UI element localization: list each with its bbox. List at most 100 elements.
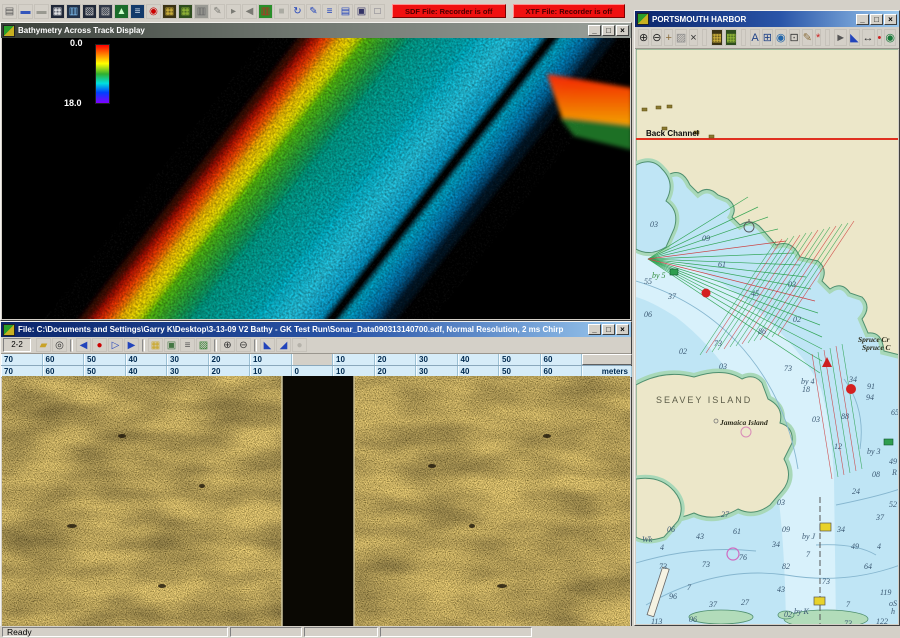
minimize-button[interactable]: _: [856, 14, 869, 25]
disabled-icon[interactable]: ●: [292, 338, 307, 352]
zoom-out-icon[interactable]: ⊖: [236, 338, 251, 352]
navigation-display-icon[interactable]: ▧: [82, 4, 97, 19]
application-window: ▤▬▬▦▥▧▨▲≡◉▦▦▥✎▸◀▥■↻✎≡▤▣□ SDF File: Recor…: [0, 0, 900, 638]
world-icon[interactable]: ◉: [884, 29, 896, 46]
bathymetry-window: Bathymetry Across Track Display _□×: [0, 22, 632, 321]
zoom-window-icon[interactable]: ⊡: [789, 29, 800, 46]
target-marker: [846, 384, 856, 394]
zoom-in-icon[interactable]: ⊕: [220, 338, 235, 352]
globe-icon[interactable]: ◉: [775, 29, 787, 46]
minimize-button[interactable]: _: [588, 25, 601, 36]
palette-icon[interactable]: ▥: [258, 4, 273, 19]
depth-scale-max: 18.0: [64, 98, 82, 108]
print-icon[interactable]: ▤: [2, 4, 17, 19]
tvg-icon[interactable]: ▨: [196, 338, 211, 352]
cursor-icon[interactable]: ►: [834, 29, 847, 46]
sounding: 49: [851, 542, 859, 551]
play-icon[interactable]: ▷: [108, 338, 123, 352]
chart-gray-icon[interactable]: ▥: [194, 4, 209, 19]
close-button[interactable]: ×: [616, 324, 629, 335]
list-icon[interactable]: ≡: [322, 4, 337, 19]
zoom-in-icon[interactable]: ⊕: [638, 29, 649, 46]
sounding: 76: [739, 553, 747, 562]
edit-chart-icon[interactable]: ✎: [306, 4, 321, 19]
prev-icon[interactable]: ◀: [242, 4, 257, 19]
marker-icon[interactable]: ▸: [226, 4, 241, 19]
sensor-grid-icon[interactable]: ▦: [50, 4, 65, 19]
erase-icon[interactable]: ▨: [675, 29, 687, 46]
search-icon[interactable]: ◎: [52, 338, 67, 352]
sounding: 18: [802, 385, 810, 394]
sounding: 34: [837, 525, 845, 534]
xtf-recorder-button[interactable]: XTF File: Recorder is off: [513, 4, 626, 18]
connect-icon[interactable]: ▬: [18, 4, 33, 19]
altitude-icon[interactable]: ◢: [276, 338, 291, 352]
chart-title-bar[interactable]: PORTSMOUTH HARBOR _□×: [635, 11, 899, 27]
sounding: 06: [644, 310, 652, 319]
bathymetry-title: Bathymetry Across Track Display: [18, 26, 585, 35]
brush-icon[interactable]: ✎: [802, 29, 813, 46]
grid-display-icon[interactable]: ▨: [98, 4, 113, 19]
pencil-icon[interactable]: ✎: [210, 4, 225, 19]
sonar-waterfall[interactable]: [2, 376, 630, 626]
mosaic-icon[interactable]: ▦: [711, 29, 723, 46]
grid-icon[interactable]: ⊞: [762, 29, 773, 46]
sounding: 65: [891, 408, 898, 417]
window-icon: [637, 13, 649, 25]
sdf-recorder-button[interactable]: SDF File: Recorder is off: [392, 4, 506, 18]
minimize-button[interactable]: _: [588, 324, 601, 335]
pan-icon[interactable]: +: [664, 29, 672, 46]
palette-icon[interactable]: ▦: [148, 338, 163, 352]
blank-icon[interactable]: ■: [274, 4, 289, 19]
layers-icon[interactable]: ▤: [338, 4, 353, 19]
sounding: 37: [668, 292, 676, 301]
separator: [70, 339, 73, 352]
zoom-out-icon[interactable]: ⊖: [651, 29, 662, 46]
pill-icon[interactable]: ▬: [34, 4, 49, 19]
maximize-button[interactable]: □: [602, 324, 615, 335]
sounding: Wk: [642, 535, 652, 544]
open-file-icon[interactable]: ▰: [36, 338, 51, 352]
mosaic-icon[interactable]: ▦: [162, 4, 177, 19]
snowflake-icon[interactable]: *: [815, 29, 821, 46]
new-file-icon[interactable]: □: [370, 4, 385, 19]
sounding: 02: [679, 347, 687, 356]
window-controls: _□×: [588, 25, 629, 36]
sounding: 86: [758, 327, 766, 336]
bathymetry-canvas[interactable]: 0.0 18.0: [2, 38, 630, 319]
sounding: 7: [687, 583, 691, 592]
target-icon[interactable]: ◉: [146, 4, 161, 19]
sounding: 37: [709, 600, 717, 609]
delete-icon[interactable]: ×: [689, 29, 697, 46]
sounding: by 5: [652, 271, 666, 280]
stripes-display-icon[interactable]: ≡: [130, 4, 145, 19]
chart-canvas[interactable]: 03096155by 537064503730203028673by 41834…: [636, 49, 898, 624]
maximize-button[interactable]: □: [602, 25, 615, 36]
forward-icon[interactable]: ▶: [124, 338, 139, 352]
record-icon[interactable]: ●: [92, 338, 107, 352]
range-scale-label: 2-2: [3, 338, 31, 352]
rewind-icon[interactable]: ◀: [76, 338, 91, 352]
waterfall-display-icon[interactable]: ▥: [66, 4, 81, 19]
sounding: 73: [659, 562, 667, 571]
annotate-icon[interactable]: A: [750, 29, 759, 46]
sonar-title-bar[interactable]: File: C:\Documents and Settings\Garry K\…: [1, 322, 631, 337]
bottom-track-icon[interactable]: ◣: [260, 338, 275, 352]
sounding: 24: [852, 487, 860, 496]
measure-icon[interactable]: ↔: [862, 29, 875, 46]
coverage-icon[interactable]: ▦: [725, 29, 737, 46]
point-icon[interactable]: •: [877, 29, 883, 46]
close-button[interactable]: ×: [616, 25, 629, 36]
sounding: 12: [834, 442, 842, 451]
profile-display-icon[interactable]: ▲: [114, 4, 129, 19]
maximize-button[interactable]: □: [870, 14, 883, 25]
refresh-icon[interactable]: ↻: [290, 4, 305, 19]
close-button[interactable]: ×: [884, 14, 897, 25]
profile-icon[interactable]: ◣: [849, 29, 859, 46]
status-message: Ready: [2, 627, 228, 637]
image-icon[interactable]: ▣: [164, 338, 179, 352]
bathymetry-title-bar[interactable]: Bathymetry Across Track Display _□×: [1, 23, 631, 38]
save-icon[interactable]: ▣: [354, 4, 369, 19]
gain-icon[interactable]: ≡: [180, 338, 195, 352]
terrain-icon[interactable]: ▦: [178, 4, 193, 19]
